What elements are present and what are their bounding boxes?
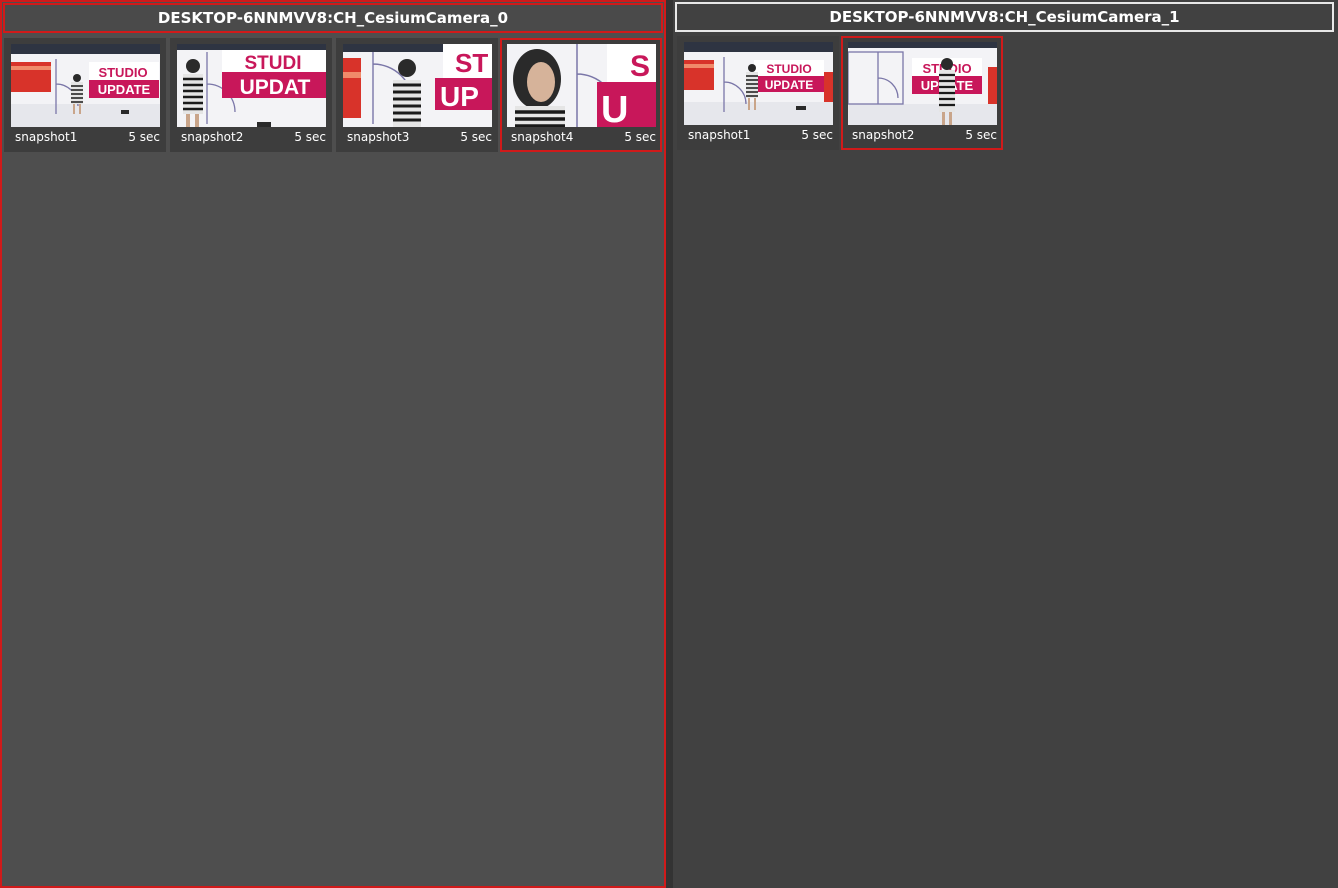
thumb-text-line1: STUDIO [98, 65, 147, 80]
snapshot-tile-selected[interactable]: S U snapshot4 5 sec [500, 38, 662, 152]
snapshot-tile[interactable]: ST UP snapshot3 5 sec [336, 38, 498, 152]
snapshot-duration: 5 sec [801, 128, 833, 142]
snapshot-duration: 5 sec [294, 130, 326, 144]
snapshot-label: snapshot1 [688, 128, 751, 142]
svg-text:ST: ST [455, 48, 488, 78]
snapshot-thumbnail: STUDI UPDAT [177, 44, 326, 127]
snapshot-label: snapshot2 [852, 128, 915, 142]
svg-text:UPDAT: UPDAT [240, 76, 311, 99]
snapshot-tile[interactable]: STUDIO UPDATE snapshot1 5 sec [677, 36, 839, 150]
camera-panel-1[interactable]: DESKTOP-6NNMVV8:CH_CesiumCamera_1 STUDIO… [673, 0, 1338, 888]
snapshot-duration: 5 sec [624, 130, 656, 144]
snapshot-tile-selected[interactable]: STUDIO UPDATE snapshot2 5 sec [841, 36, 1003, 150]
thumb-text-line2: UPDATE [98, 82, 151, 97]
snapshot-label: snapshot3 [347, 130, 410, 144]
snapshot-label: snapshot1 [15, 130, 78, 144]
snapshot-tile[interactable]: STUDIO UPDATE snapshot1 5 sec [4, 38, 166, 152]
panel-divider[interactable] [666, 0, 673, 888]
panel-title: DESKTOP-6NNMVV8:CH_CesiumCamera_1 [675, 2, 1334, 32]
svg-text:STUDI: STUDI [245, 53, 302, 74]
snapshot-thumbnail: STUDIO UPDATE [848, 42, 997, 125]
snapshot-duration: 5 sec [965, 128, 997, 142]
svg-text:U: U [601, 89, 628, 127]
snapshot-thumbnail: ST UP [343, 44, 492, 127]
panel-title: DESKTOP-6NNMVV8:CH_CesiumCamera_0 [3, 3, 663, 33]
snapshot-label: snapshot2 [181, 130, 244, 144]
snapshot-thumbnail: STUDIO UPDATE [684, 42, 833, 125]
snapshot-duration: 5 sec [460, 130, 492, 144]
snapshot-thumbnail: S U [507, 44, 656, 127]
snapshot-tile[interactable]: STUDI UPDAT snapshot2 5 sec [170, 38, 332, 152]
svg-text:S: S [630, 50, 650, 83]
svg-text:STUDIO: STUDIO [766, 62, 811, 76]
snapshot-thumbnail: STUDIO UPDATE [11, 44, 160, 127]
snapshot-label: snapshot4 [511, 130, 574, 144]
svg-text:UPDATE: UPDATE [765, 78, 813, 92]
camera-panel-0[interactable]: DESKTOP-6NNMVV8:CH_CesiumCamera_0 STUDIO… [0, 0, 666, 888]
snapshot-duration: 5 sec [128, 130, 160, 144]
svg-text:UP: UP [440, 81, 479, 112]
